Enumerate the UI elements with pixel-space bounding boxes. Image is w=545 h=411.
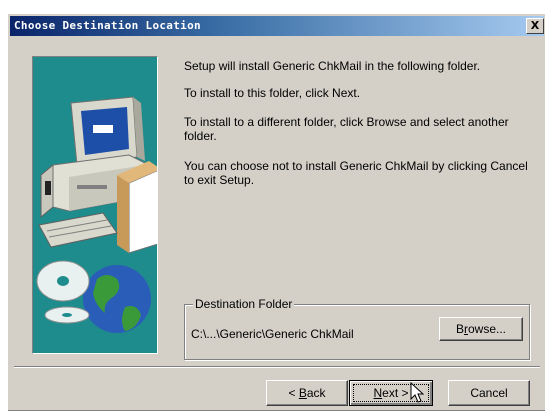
browse-instruction-text: To install to a different folder, click … xyxy=(184,115,509,143)
back-label-accel: B xyxy=(298,386,307,400)
destination-folder-label: Destination Folder xyxy=(193,297,295,311)
destination-folder-group: Destination Folder C:\...\Generic\Generi… xyxy=(184,297,530,360)
browse-label-pre: B xyxy=(455,322,464,336)
back-label-pre: < xyxy=(288,386,299,400)
setup-dialog: Choose Destination Location X Setup will… xyxy=(7,13,545,411)
cancel-button[interactable]: Cancel xyxy=(448,380,530,406)
close-button[interactable]: X xyxy=(526,18,544,34)
cancel-instruction-text: You can choose not to install Generic Ch… xyxy=(184,159,528,187)
title-bar[interactable]: Choose Destination Location X xyxy=(10,16,544,36)
intro-text: Setup will install Generic ChkMail in th… xyxy=(184,59,481,73)
back-button[interactable]: < Back xyxy=(266,380,348,406)
computer-globe-illustration xyxy=(36,96,157,333)
mouse-cursor-icon xyxy=(410,382,424,403)
back-label-post: ack xyxy=(306,386,326,400)
button-separator xyxy=(14,366,540,368)
cancel-label: Cancel xyxy=(470,386,508,400)
setup-illustration xyxy=(32,56,158,354)
next-instruction-text: To install to this folder, click Next. xyxy=(184,86,361,100)
browse-label-post: owse... xyxy=(468,322,507,336)
destination-path: C:\...\Generic\Generic ChkMail xyxy=(191,327,354,341)
browse-button[interactable]: Browse... xyxy=(439,317,523,341)
close-icon: X xyxy=(530,19,540,32)
window-title: Choose Destination Location xyxy=(14,19,201,32)
